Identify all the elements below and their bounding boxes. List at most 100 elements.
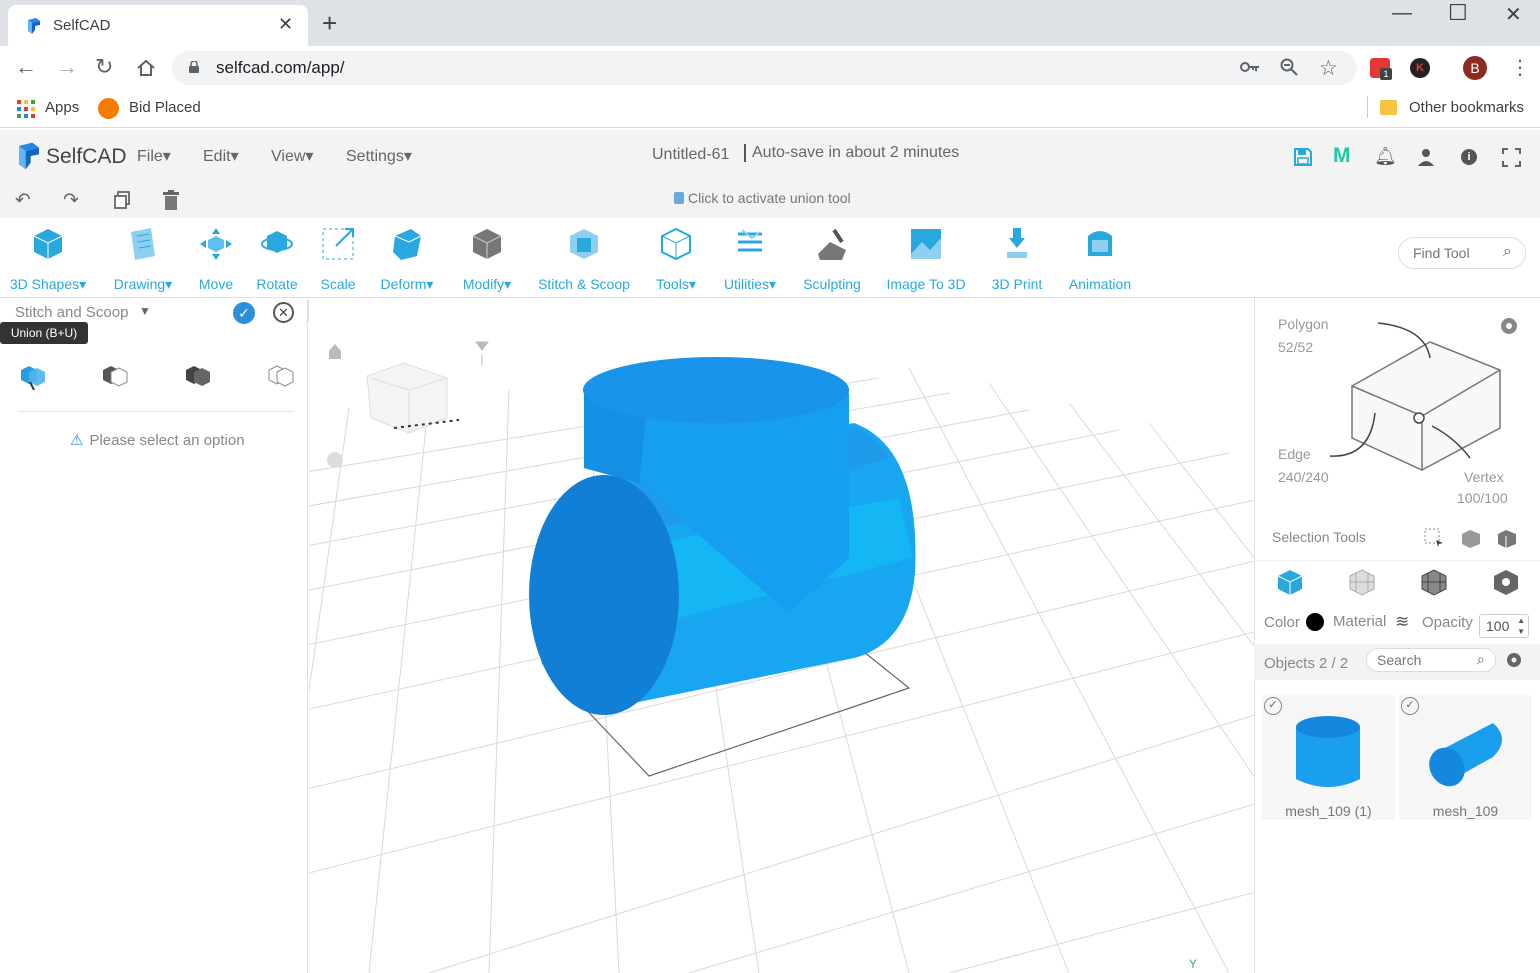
key-icon[interactable]: [1240, 60, 1260, 74]
warning-icon: ⚠︎: [70, 432, 84, 449]
reload-icon[interactable]: ↻: [95, 54, 113, 80]
select-all-icon[interactable]: [1496, 528, 1518, 550]
profile-avatar[interactable]: B: [1463, 56, 1487, 80]
selfcad-favicon-icon: [28, 18, 40, 34]
object-search[interactable]: ⌕: [1366, 648, 1496, 672]
opacity-stepper[interactable]: 100 ▲ ▼: [1479, 614, 1529, 638]
maximize-icon[interactable]: ☐: [1448, 0, 1468, 26]
split-icon[interactable]: [266, 360, 296, 390]
objects-settings-gear-icon[interactable]: [1504, 650, 1524, 670]
extension-k-icon[interactable]: K: [1410, 58, 1430, 78]
cube-icon: [33, 229, 63, 259]
fullscreen-icon[interactable]: [1502, 148, 1521, 167]
color-label: Color: [1264, 614, 1300, 631]
polygon-count: 52/52: [1278, 339, 1314, 355]
tool-label: Animation: [1068, 276, 1132, 292]
home-icon[interactable]: [136, 58, 156, 78]
stepper-arrows-icon[interactable]: ▲ ▼: [1517, 615, 1525, 637]
save-icon[interactable]: [1294, 148, 1312, 166]
3d-viewport[interactable]: Y: [309, 298, 1254, 973]
deform-icon: [393, 229, 422, 260]
bookmark-apps[interactable]: Apps: [45, 99, 79, 116]
view-cube[interactable]: [366, 362, 460, 434]
view-orbit-icon[interactable]: [327, 452, 343, 468]
address-bar[interactable]: selfcad.com/app/: [172, 51, 1357, 85]
union-icon[interactable]: [18, 360, 48, 390]
material-label[interactable]: Material: [1333, 613, 1386, 630]
object-mode-icon[interactable]: [1276, 568, 1304, 596]
scene-canvas[interactable]: Y: [309, 298, 1254, 973]
delete-icon[interactable]: [163, 190, 179, 210]
sculpting-icon: [818, 228, 846, 260]
opacity-label: Opacity: [1422, 614, 1473, 631]
confirm-button[interactable]: ✓: [233, 302, 255, 324]
edge-label: Edge: [1278, 446, 1311, 462]
browser-tab[interactable]: SelfCAD ✕: [8, 5, 308, 46]
selection-tools-label: Selection Tools: [1272, 529, 1366, 545]
cylinder-lying-icon: [1429, 723, 1502, 787]
tool-animation[interactable]: Animation: [1040, 226, 1160, 292]
object-card[interactable]: ✓ mesh_109 (1): [1262, 695, 1395, 820]
select-connected-icon[interactable]: [1460, 528, 1482, 550]
object-name: mesh_109: [1432, 803, 1499, 819]
panel-dropdown-caret-icon[interactable]: ▼: [139, 304, 151, 318]
search-icon[interactable]: ⌕: [1503, 243, 1512, 261]
objects-count: Objects 2 / 2: [1264, 655, 1349, 672]
settings-gear-icon[interactable]: [1498, 315, 1520, 337]
extension-icon[interactable]: 1: [1370, 58, 1392, 80]
horizontal-cylinder-cap[interactable]: [529, 475, 679, 715]
url-text: selfcad.com/app/: [216, 58, 345, 77]
cylinder-upright-icon: [1296, 716, 1360, 787]
object-checkbox[interactable]: ✓: [1264, 697, 1282, 715]
search-icon[interactable]: ⌕: [1477, 651, 1485, 668]
material-icon[interactable]: ≋: [1395, 612, 1409, 632]
undo-icon[interactable]: ↶: [15, 189, 31, 212]
object-search-input[interactable]: [1377, 652, 1472, 668]
my-models-icon[interactable]: M: [1333, 144, 1351, 168]
apps-grid-icon[interactable]: [17, 100, 35, 118]
back-icon[interactable]: ←: [15, 54, 37, 80]
bookmark-star-icon[interactable]: ☆: [1319, 56, 1338, 81]
view-top-icon[interactable]: [475, 341, 489, 366]
find-tool-input[interactable]: [1413, 245, 1498, 261]
app-logo-text: SelfCAD: [46, 145, 127, 168]
cancel-button[interactable]: ✕: [273, 302, 294, 323]
color-swatch[interactable]: [1306, 613, 1324, 631]
panel-title[interactable]: Stitch and Scoop: [15, 304, 128, 321]
vertical-cylinder-top[interactable]: [583, 357, 849, 423]
new-tab-button[interactable]: +: [322, 8, 337, 39]
menu-view[interactable]: View▾: [271, 146, 313, 166]
menu-settings[interactable]: Settings▾: [346, 146, 412, 166]
polygon-label: Polygon: [1278, 316, 1329, 332]
object-checkbox[interactable]: ✓: [1401, 697, 1419, 715]
minimize-icon[interactable]: —: [1392, 2, 1412, 25]
copy-icon[interactable]: [113, 191, 131, 209]
left-panel: [0, 298, 308, 973]
document-title[interactable]: Untitled-61: [652, 146, 729, 164]
difference-icon[interactable]: [100, 360, 130, 390]
user-icon[interactable]: [1417, 148, 1435, 166]
window-close-icon[interactable]: ✕: [1505, 2, 1522, 27]
browser-menu-icon[interactable]: ⋮: [1510, 55, 1530, 80]
edge-mode-icon[interactable]: [1420, 568, 1448, 596]
face-mode-icon[interactable]: [1348, 568, 1376, 596]
bookmark-other[interactable]: Other bookmarks: [1409, 99, 1524, 116]
rect-select-icon[interactable]: [1424, 528, 1444, 548]
zoom-icon[interactable]: [1280, 58, 1298, 76]
notification-bell-icon[interactable]: 🔔︎: [1374, 146, 1397, 167]
forward-icon[interactable]: →: [56, 54, 78, 80]
menu-edit[interactable]: Edit▾: [203, 146, 239, 166]
tab-title: SelfCAD: [53, 17, 111, 34]
vertex-mode-icon[interactable]: [1492, 568, 1520, 596]
animation-icon: [1088, 231, 1112, 256]
bookmark-bid-placed[interactable]: Bid Placed: [129, 99, 201, 116]
find-tool-search[interactable]: ⌕: [1398, 237, 1526, 269]
intersection-icon[interactable]: [183, 360, 213, 390]
stitch-icon: [570, 229, 598, 259]
object-card[interactable]: ✓ mesh_109: [1399, 695, 1532, 820]
menu-file[interactable]: File▾: [137, 146, 171, 166]
redo-icon[interactable]: ↷: [63, 189, 79, 212]
info-icon[interactable]: i: [1461, 149, 1477, 165]
tab-close-icon[interactable]: ✕: [278, 14, 293, 35]
view-home-icon[interactable]: [329, 344, 341, 359]
